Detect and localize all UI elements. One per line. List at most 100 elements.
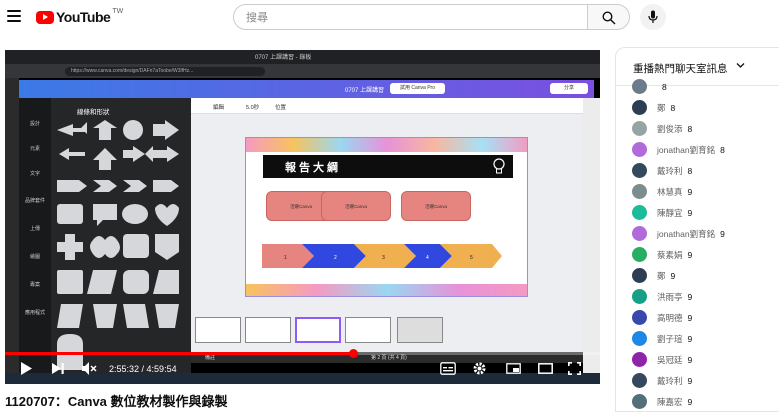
chat-author-name: 蔡素娟 [657, 249, 683, 260]
avatar[interactable] [632, 247, 647, 262]
canva-sidebar-label: 應用程式 [24, 310, 45, 316]
logo-text: YouTube [56, 9, 111, 25]
chat-message: 8 [616, 76, 779, 97]
slide-card: 活躍Canva [321, 191, 391, 221]
canva-sidebar-label: 繪圖 [29, 254, 40, 260]
chat-message-text: 9 [670, 270, 676, 281]
chat-message: 高明德 9 [616, 307, 779, 328]
chat-message: 陳靜宜 9 [616, 202, 779, 223]
chat-message: 劉子瑄 9 [616, 328, 779, 349]
canva-sidebar-label: 設計 [29, 121, 40, 127]
canva-sidebar-label: 文字 [29, 171, 40, 177]
avatar[interactable] [632, 226, 647, 241]
chat-message: jonathan劉育銘 8 [616, 139, 779, 160]
slide-preview: 報告大綱 活躍Canva 活躍Canva 活躍Canva 1 2 3 4 5 [245, 137, 528, 297]
mute-icon[interactable] [82, 362, 97, 375]
search-input[interactable]: 搜尋 [233, 4, 588, 30]
chat-message: 鄭9 [616, 265, 779, 286]
chat-message-text: 8 [687, 165, 693, 176]
page-thumbnail [345, 317, 391, 343]
microphone-icon [648, 10, 658, 23]
avatar[interactable] [632, 310, 647, 325]
chat-message: 林慧真 9 [616, 181, 779, 202]
theater-mode-icon[interactable] [538, 363, 553, 374]
chat-author-name: 高明德 [657, 312, 683, 323]
window-title: 0707 上課講習 - 錄板 [255, 55, 312, 61]
page-thumbnail [295, 317, 341, 343]
glitter-border-bottom [246, 284, 527, 296]
voice-search-button[interactable] [640, 4, 666, 30]
chat-author-name: 林慧真 [657, 186, 683, 197]
chat-message-text: 9 [687, 207, 693, 218]
canva-editor-toolbar: 編輯 5.0秒 位置 [191, 98, 583, 114]
avatar[interactable] [632, 394, 647, 409]
chat-author-name: 鄭 [657, 102, 666, 113]
time-current: 2:55:32 [109, 364, 140, 374]
chat-message-text: 8 [670, 102, 676, 113]
next-icon[interactable] [52, 363, 64, 374]
avatar[interactable] [632, 163, 647, 178]
slide-title: 報告大綱 [285, 161, 341, 174]
chat-author-name: 陳嘉宏 [657, 396, 683, 407]
avatar[interactable] [632, 205, 647, 220]
chat-message: 蔡素娟 9 [616, 244, 779, 265]
time-display: 2:55:32 / 4:59:54 [109, 364, 177, 374]
chat-message-text: 9 [687, 186, 693, 197]
canva-share-button: 分享 [550, 83, 588, 94]
canva-pro-button: 試用 Canva Pro [390, 83, 445, 94]
avatar[interactable] [632, 352, 647, 367]
chevron-down-icon[interactable] [736, 62, 745, 69]
chat-author-name: 戴玲利 [657, 375, 683, 386]
shape-grid [57, 120, 179, 370]
chevron-label: 4 [426, 255, 429, 261]
chat-message: 洪雨亭 9 [616, 286, 779, 307]
avatar[interactable] [632, 121, 647, 136]
progress-played [5, 352, 354, 355]
slide-card: 活躍Canva [401, 191, 471, 221]
chat-message-text: 9 [687, 375, 693, 386]
miniplayer-icon[interactable] [506, 363, 521, 374]
avatar[interactable] [632, 331, 647, 346]
add-page-thumbnail [397, 317, 443, 343]
page-thumbnail [245, 317, 291, 343]
video-player[interactable]: 0707 上課講習 - 錄板 https://www.canva.com/des… [5, 50, 600, 384]
canva-doc-title: 0707 上課講習 [345, 88, 385, 94]
youtube-logo[interactable]: YouTube TW [36, 7, 124, 25]
video-title: 1120707：Canva 數位教材製作與錄製 [5, 394, 228, 409]
chat-author-name: 戴玲利 [657, 165, 683, 176]
slide-title-bar: 報告大綱 [263, 155, 513, 178]
avatar[interactable] [632, 142, 647, 157]
glitter-border-top [246, 138, 527, 152]
chat-message-text: 9 [687, 249, 693, 260]
chat-author-name: 鄭 [657, 270, 666, 281]
chevron-label: 1 [284, 255, 287, 261]
chat-message: 戴玲利 9 [616, 370, 779, 391]
avatar[interactable] [632, 268, 647, 283]
chat-mode-selector[interactable]: 重播熱門聊天室訊息 [633, 61, 728, 76]
search-button[interactable] [588, 4, 630, 30]
play-icon[interactable] [20, 362, 32, 375]
chat-message-list: 8 鄭 8 劉俊添 8 jonathan劉育銘 8 戴玲利 8 林慧真 9 陳靜宜 9 jonathan劉… [616, 76, 779, 411]
chat-message: 劉俊添 8 [616, 118, 779, 139]
settings-gear-icon[interactable] [472, 361, 487, 376]
chat-message-text: 8 [687, 123, 693, 134]
canva-sidebar-label: 品牌套件 [24, 198, 45, 204]
region-code: TW [112, 7, 124, 15]
avatar[interactable] [632, 79, 647, 94]
menu-icon[interactable] [7, 10, 21, 22]
shapes-panel-title: 線條和形狀 [77, 109, 110, 116]
avatar[interactable] [632, 184, 647, 199]
browser-url: https://www.canva.com/design/DAFn7aToobe… [65, 67, 265, 76]
progress-bar[interactable] [5, 349, 600, 358]
avatar[interactable] [632, 289, 647, 304]
chat-author-name: jonathan劉育銘 [657, 228, 716, 239]
chat-message-text: 9 [687, 312, 693, 323]
fullscreen-icon[interactable] [568, 362, 581, 375]
subtitles-icon[interactable] [440, 362, 456, 375]
avatar[interactable] [632, 373, 647, 388]
duration-label: 5.0秒 [246, 105, 260, 111]
chat-author-name: 洪雨亭 [657, 291, 683, 302]
progress-scrubber[interactable] [348, 349, 358, 358]
notes-label: 備註 [205, 355, 216, 361]
avatar[interactable] [632, 100, 647, 115]
